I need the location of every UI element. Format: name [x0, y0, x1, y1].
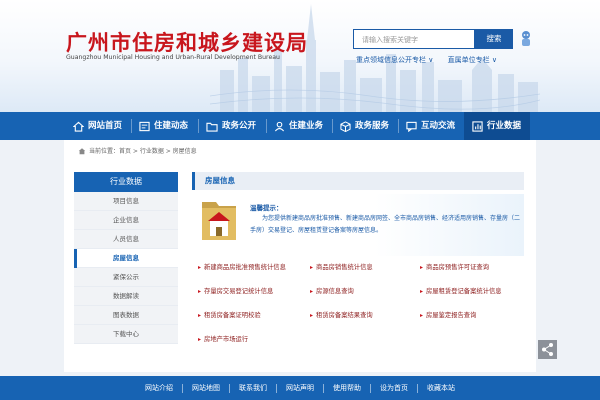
- section-title: 房屋信息: [192, 172, 524, 190]
- site-subtitle: Guangzhou Municipal Housing and Urban-Ru…: [66, 54, 280, 61]
- nav-item-label: 政务服务: [355, 121, 390, 131]
- quick-link-affiliates[interactable]: 直属单位专栏 ∨: [448, 56, 497, 64]
- nav-item-business[interactable]: 住建业务: [274, 112, 323, 140]
- home-icon: [78, 147, 86, 154]
- site-title: 广州市住房和城乡建设局: [66, 30, 308, 55]
- footer-link-sitemap[interactable]: 网站地图: [183, 383, 230, 393]
- link-resale-registration-stats[interactable]: 存量房交易登记统计信息: [198, 286, 273, 295]
- nav-item-gov-info[interactable]: 政务公开: [206, 112, 256, 140]
- sidebar-item-projects[interactable]: 项目信息: [74, 192, 178, 211]
- link-market-operation[interactable]: 房地产市场运行: [198, 334, 248, 343]
- sidebar-item-companies[interactable]: 企业信息: [74, 211, 178, 230]
- intro-title: 温馨提示：: [250, 204, 283, 212]
- sidebar-item-notices[interactable]: 紧保公示: [74, 268, 178, 287]
- footer-link-bookmark[interactable]: 收藏本站: [418, 384, 464, 393]
- link-rental-registration-stats[interactable]: 房屋租赁登记备案统计信息: [420, 286, 502, 295]
- nav-item-label: 住建动态: [154, 121, 189, 131]
- sidebar-heading: 行业数据: [74, 172, 178, 192]
- footer-link-set-homepage[interactable]: 设为首页: [371, 383, 418, 393]
- search-button[interactable]: 搜索: [475, 29, 513, 49]
- breadcrumb-text: 当前位置：首页 > 行业数据 > 房屋信息: [89, 148, 197, 155]
- nav-item-services[interactable]: 政务服务: [340, 112, 389, 140]
- nav-item-label: 行业数据: [487, 121, 522, 131]
- nav-item-home[interactable]: 网站首页: [73, 112, 122, 140]
- quick-links: 重点领域信息公开专栏 ∨ 直属单位专栏 ∨: [356, 55, 509, 65]
- quick-link-key-areas[interactable]: 重点领域信息公开专栏 ∨: [356, 56, 433, 64]
- link-rental-result-query[interactable]: 租赁房备案结果查询: [310, 310, 373, 319]
- nav-item-interaction[interactable]: 互动交流: [406, 112, 455, 140]
- home-icon: [73, 121, 84, 132]
- sidebar-item-personnel[interactable]: 人员信息: [74, 230, 178, 249]
- robot-assistant-icon[interactable]: [519, 30, 533, 48]
- footer-link-disclaimer[interactable]: 网站声明: [277, 383, 324, 393]
- site-header: 广州市住房和城乡建设局 Guangzhou Municipal Housing …: [0, 0, 600, 112]
- sidebar-item-data-analysis[interactable]: 数据解读: [74, 287, 178, 306]
- main-section: 房屋信息 温馨提示： 为您提供新建商品房批准预售、新建商品房网签、全市商品房销售…: [192, 172, 524, 343]
- sidebar-item-charts[interactable]: 图表数据: [74, 306, 178, 325]
- search-input[interactable]: 请输入搜索关键字: [353, 29, 475, 49]
- share-icon[interactable]: [538, 340, 557, 359]
- footer-links: 网站介绍 网站地图 联系我们 网站声明 使用帮助 设为首页 收藏本站: [0, 376, 600, 400]
- footer-link-contact[interactable]: 联系我们: [230, 383, 277, 393]
- user-icon: [274, 121, 285, 131]
- box-icon: [340, 120, 351, 132]
- content-panel: 当前位置：首页 > 行业数据 > 房屋信息 行业数据 项目信息 企业信息 人员信…: [64, 140, 536, 372]
- link-rental-certificate-check[interactable]: 租赁房备案证明校验: [198, 310, 261, 319]
- link-presale-permit-query[interactable]: 商品房预售许可证查询: [420, 262, 489, 271]
- link-appraisal-report-query[interactable]: 房屋鉴定报告查询: [420, 310, 476, 319]
- nav-item-label: 住建业务: [289, 121, 324, 131]
- nav-item-label: 政务公开: [222, 121, 257, 131]
- nav-item-label: 网站首页: [88, 121, 123, 131]
- link-sales-stats[interactable]: 商品房销售统计信息: [310, 262, 373, 271]
- sidebar-item-downloads[interactable]: 下载中心: [74, 325, 178, 344]
- nav-item-industry-data[interactable]: 行业数据: [464, 112, 530, 140]
- news-icon: [139, 121, 150, 131]
- site-footer: 网站介绍 网站地图 联系我们 网站声明 使用帮助 设为首页 收藏本站: [0, 376, 600, 400]
- folder-icon: [206, 122, 218, 132]
- chat-icon: [406, 121, 417, 132]
- intro-text: 为您提供新建商品房批准预售、新建商品房网签、全市商品房销售、经济适用房销售、存量…: [250, 215, 521, 234]
- footer-link-about[interactable]: 网站介绍: [136, 383, 183, 393]
- main-nav: 网站首页 住建动态 政务公开 住建业务 政务服务 互动交流 行业数据: [0, 112, 600, 140]
- breadcrumb: 当前位置：首页 > 行业数据 > 房屋信息: [78, 146, 197, 155]
- building-folder-icon: [202, 202, 236, 240]
- nav-item-label: 互动交流: [421, 121, 456, 131]
- link-listing-query[interactable]: 房源信息查询: [310, 286, 354, 295]
- link-presale-approval-stats[interactable]: 新建商品房批准预售统计信息: [198, 262, 286, 271]
- sidebar-item-housing[interactable]: 房屋信息: [74, 249, 178, 268]
- footer-link-help[interactable]: 使用帮助: [324, 383, 371, 393]
- chart-icon: [472, 120, 483, 132]
- nav-item-news[interactable]: 住建动态: [139, 112, 188, 140]
- sidebar: 行业数据 项目信息 企业信息 人员信息 房屋信息 紧保公示 数据解读 图表数据 …: [74, 172, 178, 344]
- intro-banner: 温馨提示： 为您提供新建商品房批准预售、新建商品房网签、全市商品房销售、经济适用…: [192, 194, 524, 256]
